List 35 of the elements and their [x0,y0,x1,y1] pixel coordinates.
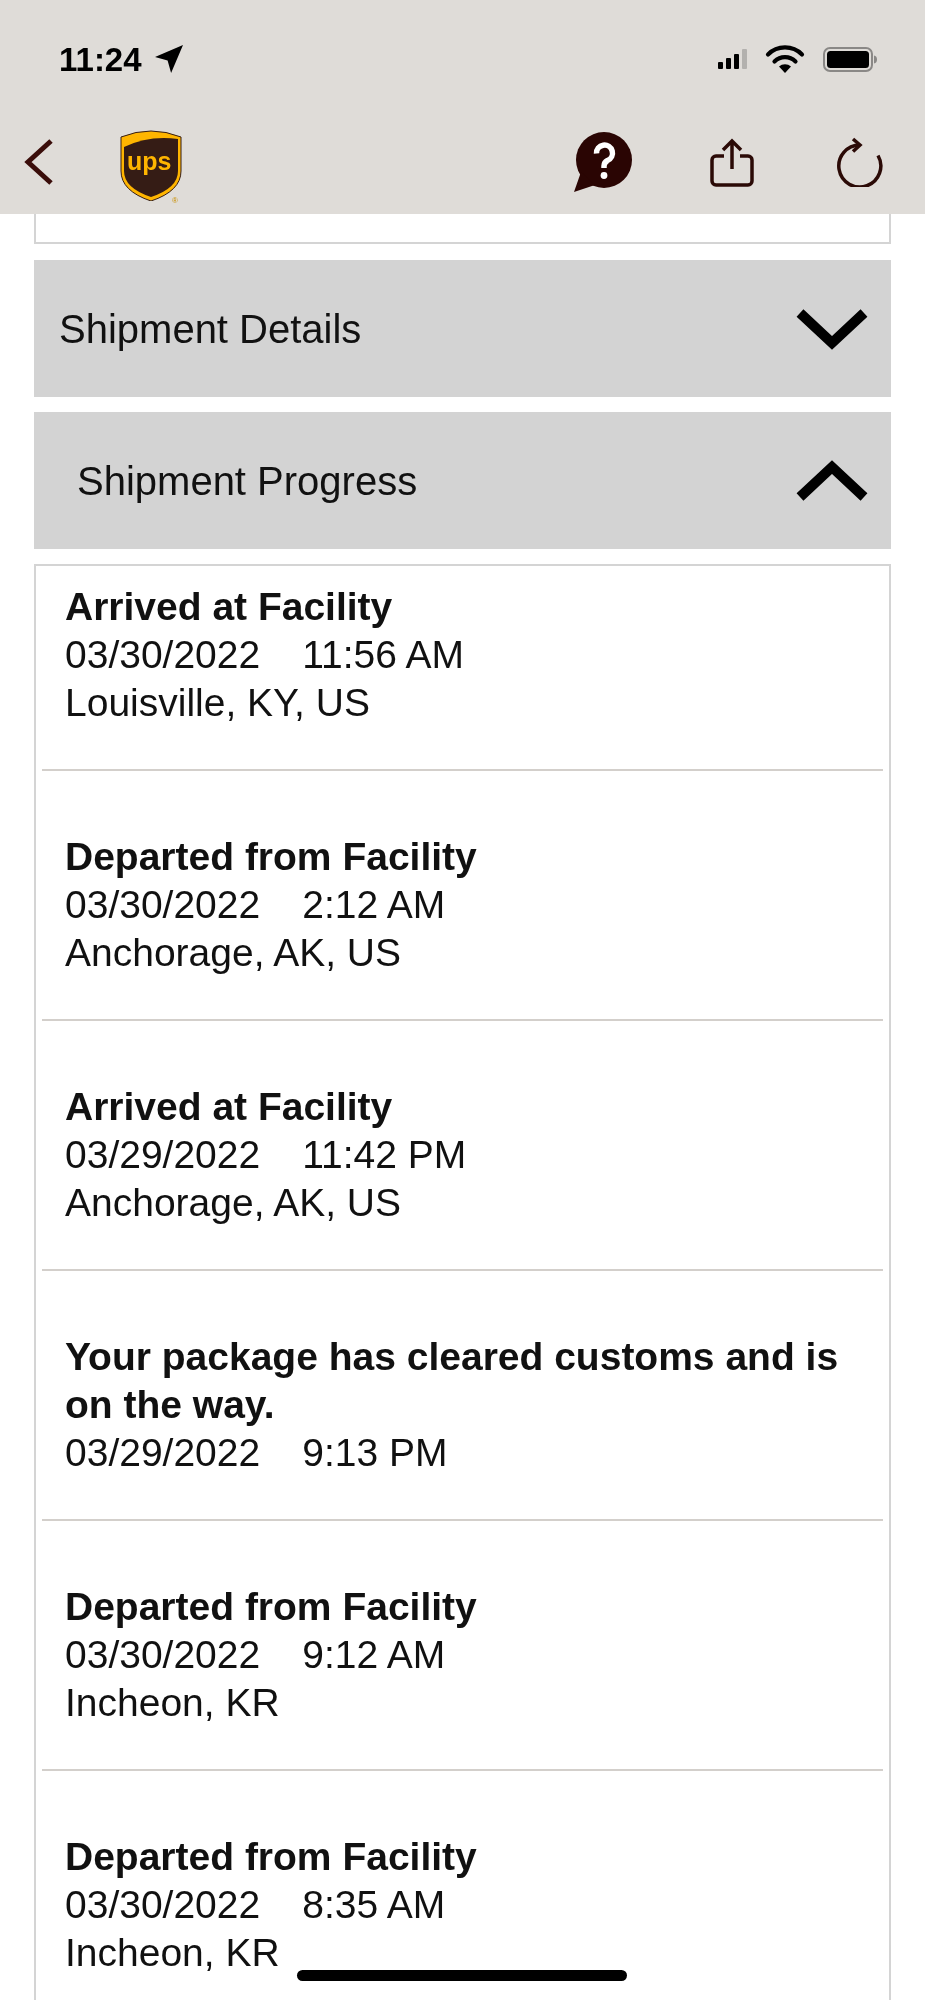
event-title: Departed from Facility [65,1584,477,1630]
event-time: 2:12 AM [302,882,446,928]
event-date: 03/29/2022 [65,1430,261,1476]
event-date: 03/30/2022 [65,1882,261,1928]
event-title: Your package has cleared customs and is on the way. [65,1334,840,1428]
event-date: 03/30/2022 [65,882,261,928]
event-time: 11:56 AM [302,632,465,678]
event-location: Incheon, KR [65,1680,280,1726]
section-header[interactable]: Shipment Details [34,260,891,397]
event-location: Anchorage, AK, US [65,1180,402,1226]
event-location: Anchorage, AK, US [65,930,402,976]
event-time: 8:35 AM [302,1882,446,1928]
event-date: 03/30/2022 [65,632,261,678]
event-time: 11:42 PM [302,1132,467,1178]
back-icon[interactable] [23,138,54,186]
event-location: Incheon, KR [65,1930,280,1976]
logo: ups ® [119,129,183,205]
event-title: Departed from Facility [65,1834,477,1880]
event-date: 03/29/2022 [65,1132,261,1178]
event-time: 9:12 AM [302,1632,446,1678]
event-date: 03/30/2022 [65,1632,261,1678]
event-time: 9:13 PM [302,1430,448,1476]
help-icon[interactable] [573,132,633,192]
battery-icon [823,46,877,72]
refresh-icon[interactable] [836,137,883,187]
location-arrow-icon [153,45,184,73]
event-title: Arrived at Facility [65,584,393,630]
share-icon[interactable] [709,137,755,187]
status-time: 11:24 [59,42,142,76]
wifi-icon [765,45,805,73]
signal-icon [718,49,747,69]
event-title: Departed from Facility [65,834,477,880]
section-header[interactable]: Shipment Progress [34,412,891,549]
event-location: Louisville, KY, US [65,680,370,726]
event-title: Arrived at Facility [65,1084,393,1130]
